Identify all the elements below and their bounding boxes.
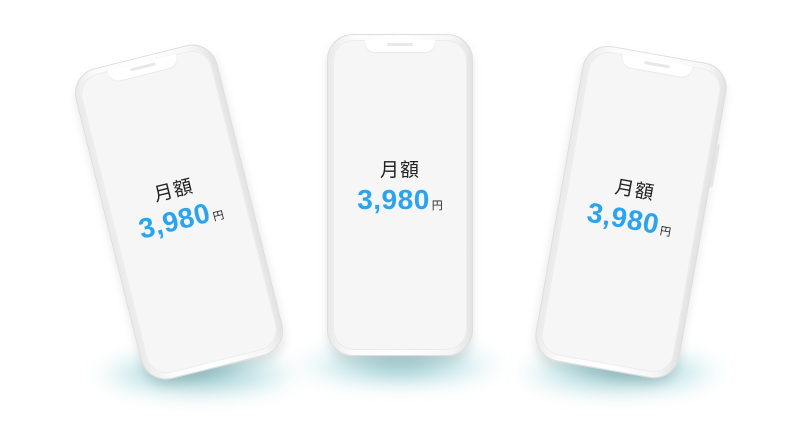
phone-screen: 月額 3,980円 [76, 46, 282, 378]
price-unit: 円 [431, 199, 443, 212]
phone-screen: 月額 3,980円 [538, 48, 724, 376]
speaker-grille [387, 43, 413, 46]
phone-notch [621, 54, 693, 79]
speaker-grille [643, 61, 671, 69]
phone-mockup-scene: 月額 3,980円 月額 3,980 円 月額 3,980円 [0, 0, 800, 436]
price-unit: 円 [658, 224, 672, 240]
side-button [709, 143, 721, 188]
phone-left: 月額 3,980円 [69, 39, 289, 385]
speaker-grille [129, 62, 156, 72]
phone-center: 月額 3,980 円 [327, 34, 473, 356]
price-unit: 円 [211, 208, 226, 224]
price-block: 月額 3,980円 [106, 163, 250, 252]
phone-screen: 月額 3,980円 [333, 40, 467, 350]
phone-notch [365, 40, 435, 52]
price-row: 3,980円 [333, 184, 467, 216]
price-amount: 3,980 [357, 184, 430, 215]
price-block: 月額 3,980円 [333, 158, 467, 216]
phone-notch [107, 54, 179, 83]
monthly-label: 月額 [379, 159, 420, 181]
price-block: 月額 3,980円 [561, 167, 703, 247]
phone-right: 月額 3,980円 [531, 41, 731, 383]
